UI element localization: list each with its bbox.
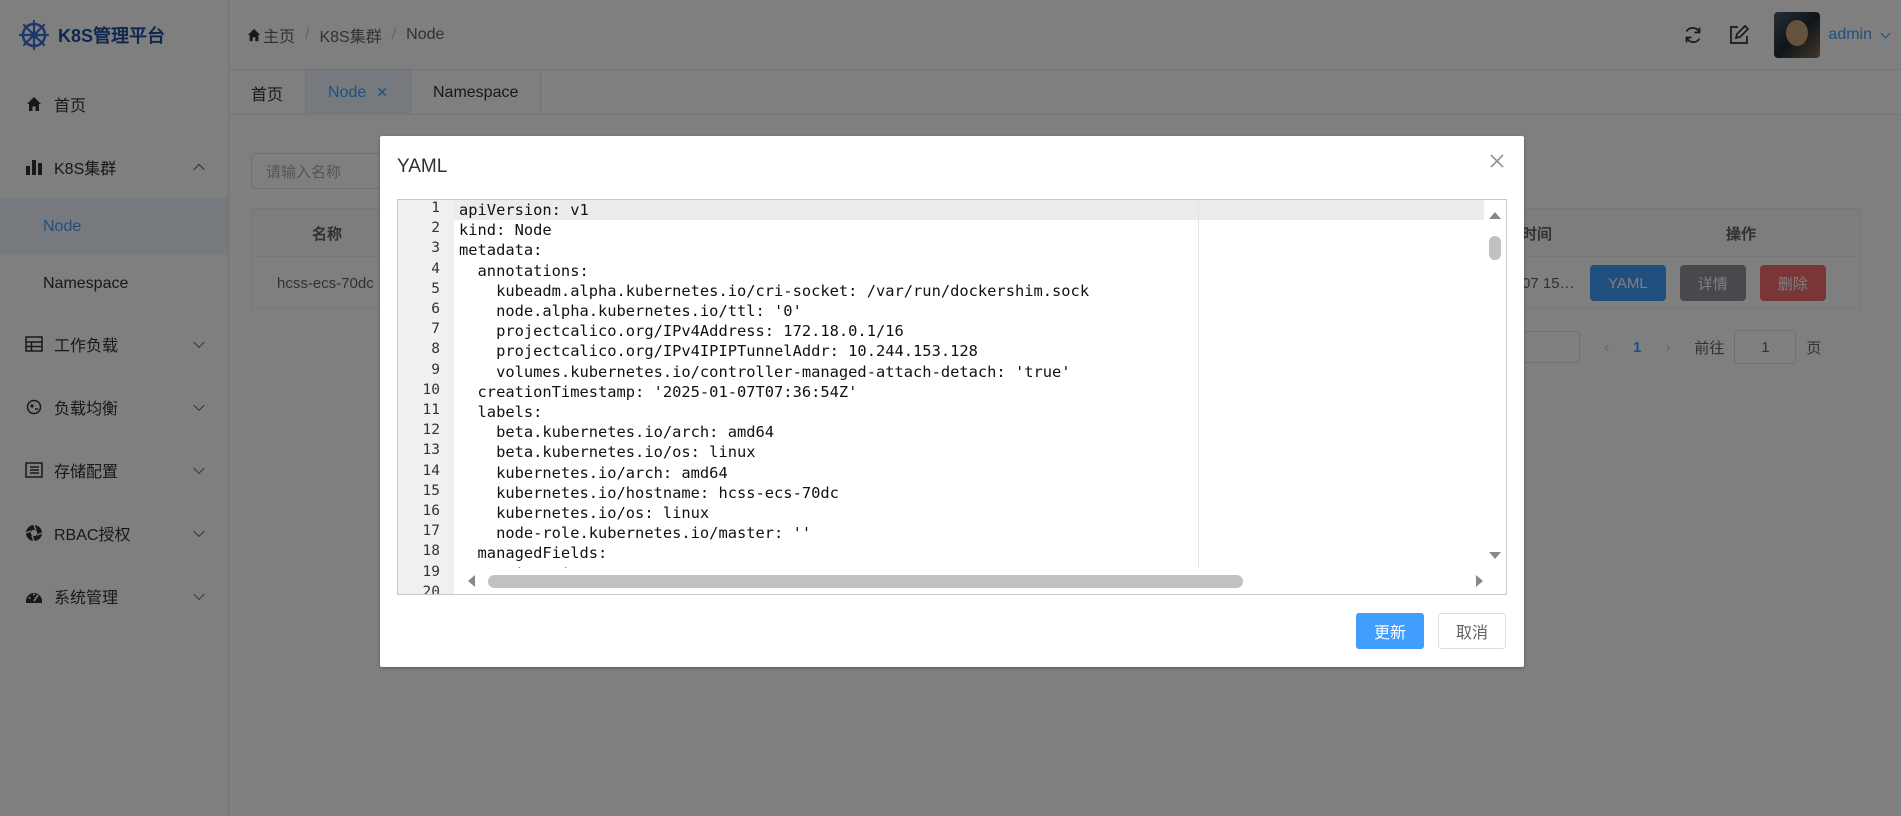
- line-number-gutter: 1 2 3 4 5 6 7 8 9 10 11 12 13 14 15 16 17 18 19 20: [398, 200, 454, 594]
- line-number: 5: [431, 280, 440, 297]
- code-line[interactable]: projectcalico.org/IPv4Address: 172.18.0.…: [459, 321, 904, 341]
- code-line[interactable]: apiVersion: v1: [459, 200, 589, 220]
- scroll-down-icon[interactable]: [1489, 552, 1501, 559]
- yaml-dialog: YAML 1 2 3 4 5 6 7 8 9 10 11 12 13 14 15 16 17 18 19 20 api…: [380, 136, 1524, 667]
- code-line[interactable]: kubernetes.io/os: linux: [459, 503, 709, 523]
- horizontal-scrollbar[interactable]: [454, 568, 1506, 594]
- scroll-thumb[interactable]: [1489, 236, 1501, 260]
- vertical-scrollbar[interactable]: [1484, 200, 1506, 570]
- line-number: 1: [431, 200, 440, 216]
- dialog-title: YAML: [397, 156, 448, 177]
- line-number: 14: [422, 462, 440, 479]
- line-number: 17: [422, 523, 440, 540]
- code-line[interactable]: managedFields:: [459, 543, 608, 563]
- cancel-button[interactable]: 取消: [1437, 613, 1506, 649]
- line-number: 13: [422, 442, 440, 459]
- line-number: 12: [422, 422, 440, 439]
- update-button[interactable]: 更新: [1355, 613, 1424, 649]
- line-number: 8: [431, 341, 440, 358]
- code-line[interactable]: node.alpha.kubernetes.io/ttl: '0': [459, 301, 802, 321]
- code-line[interactable]: kubernetes.io/hostname: hcss-ecs-70dc: [459, 483, 839, 503]
- code-line[interactable]: volumes.kubernetes.io/controller-managed…: [459, 362, 1071, 382]
- scroll-left-icon[interactable]: [468, 575, 475, 587]
- code-line[interactable]: annotations:: [459, 261, 589, 281]
- code-line[interactable]: labels:: [459, 402, 543, 422]
- line-number: 19: [422, 563, 440, 580]
- line-number: 3: [431, 240, 440, 257]
- active-line-highlight: [454, 200, 1484, 220]
- code-line[interactable]: kubeadm.alpha.kubernetes.io/cri-socket: …: [459, 281, 1089, 301]
- line-number: 2: [431, 220, 440, 237]
- line-number: 6: [431, 301, 440, 317]
- scroll-right-icon[interactable]: [1476, 575, 1483, 587]
- line-number: 7: [431, 321, 440, 338]
- line-number: 9: [431, 361, 440, 378]
- code-line[interactable]: kubernetes.io/arch: amd64: [459, 463, 728, 483]
- close-icon[interactable]: [1488, 152, 1506, 170]
- code-line[interactable]: node-role.kubernetes.io/master: '': [459, 523, 811, 543]
- dialog-footer: 更新 取消: [1355, 613, 1506, 649]
- code-line[interactable]: kind: Node: [459, 220, 552, 240]
- code-line[interactable]: beta.kubernetes.io/arch: amd64: [459, 422, 774, 442]
- code-line[interactable]: metadata:: [459, 240, 542, 260]
- line-number: 18: [422, 543, 440, 560]
- yaml-editor[interactable]: 1 2 3 4 5 6 7 8 9 10 11 12 13 14 15 16 17 18 19 20 apiVersi…: [397, 199, 1507, 595]
- line-number: 11: [422, 402, 440, 418]
- scroll-up-icon[interactable]: [1489, 212, 1501, 219]
- line-number: 4: [431, 260, 440, 277]
- code-line[interactable]: projectcalico.org/IPv4IPIPTunnelAddr: 10…: [459, 341, 978, 361]
- line-number: 16: [422, 503, 440, 519]
- code-line[interactable]: creationTimestamp: '2025-01-07T07:36:54Z…: [459, 382, 858, 402]
- print-margin: [1198, 200, 1199, 570]
- line-number: 20: [422, 583, 440, 595]
- line-number: 10: [422, 381, 440, 398]
- line-number: 15: [422, 482, 440, 499]
- code-line[interactable]: beta.kubernetes.io/os: linux: [459, 442, 755, 462]
- scroll-thumb[interactable]: [488, 575, 1243, 588]
